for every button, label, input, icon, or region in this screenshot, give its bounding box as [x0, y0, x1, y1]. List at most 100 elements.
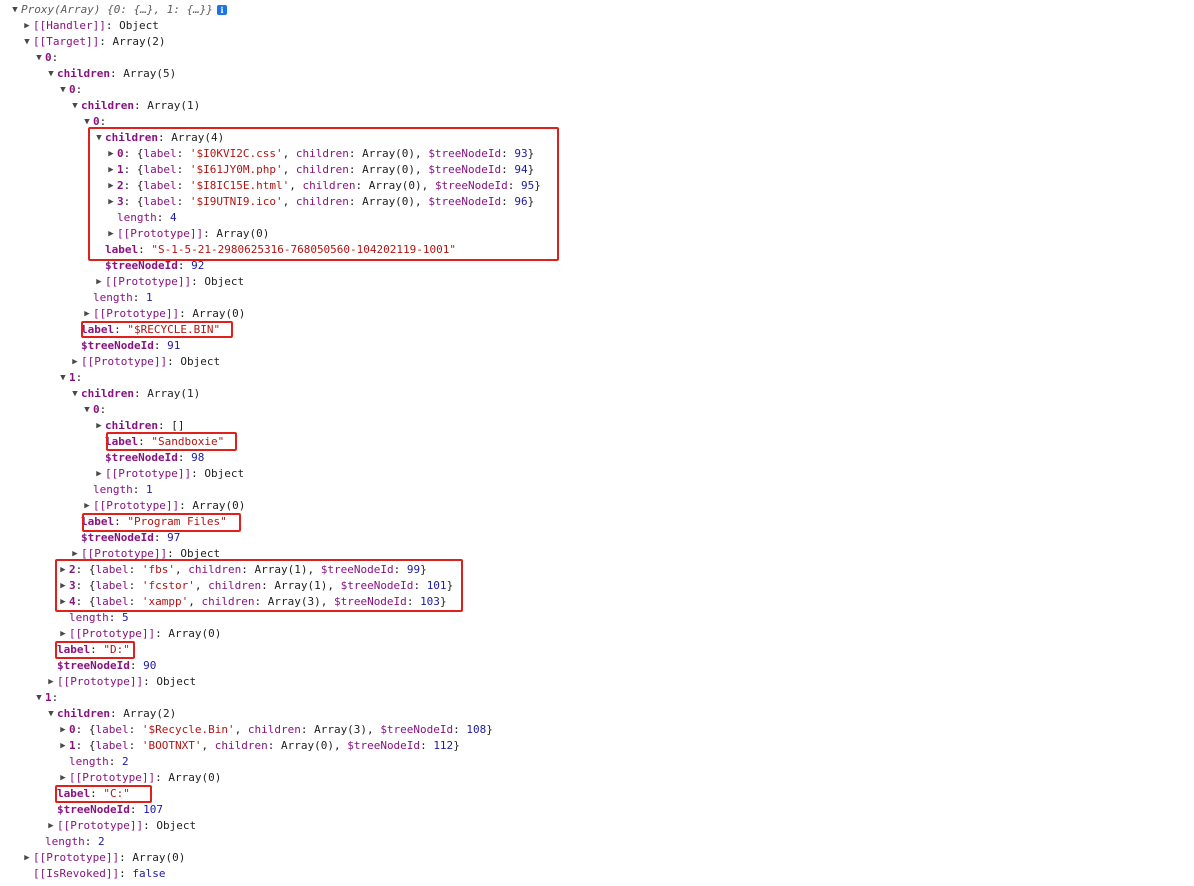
triangle-right-icon[interactable]: ▶ — [81, 498, 93, 514]
tree-row[interactable]: ▼ 0: — [81, 114, 113, 130]
triangle-right-icon[interactable]: ▶ — [93, 466, 105, 482]
property-value: "D:" — [103, 643, 130, 656]
property-value: label — [95, 595, 129, 608]
key-separator: : — [119, 867, 133, 880]
triangle-down-icon[interactable]: ▼ — [81, 402, 93, 418]
tree-row[interactable]: ▶ [[Prototype]]: Array(0) — [81, 306, 245, 322]
triangle-right-icon[interactable]: ▶ — [69, 354, 81, 370]
tree-row[interactable]: ▶ [[Prototype]]: Array(0) — [105, 226, 269, 242]
property-value: 96 — [514, 195, 528, 208]
triangle-down-icon[interactable]: ▼ — [81, 114, 93, 130]
tree-row[interactable]: ▼ Proxy(Array) {0: {…}, 1: {…}} i — [9, 2, 228, 18]
info-icon[interactable]: i — [217, 5, 228, 15]
property-value: : — [176, 179, 190, 192]
triangle-down-icon[interactable]: ▼ — [21, 34, 33, 50]
triangle-down-icon[interactable]: ▼ — [33, 690, 45, 706]
key-separator: : — [75, 739, 89, 752]
tree-row[interactable]: ▼ 0: — [33, 50, 65, 66]
property-value: children — [208, 579, 262, 592]
triangle-right-icon[interactable]: ▶ — [57, 562, 69, 578]
tree-row[interactable]: ▶ [[Prototype]]: Object — [45, 674, 196, 690]
tree-row[interactable]: ▼ children: Array(1) — [69, 386, 200, 402]
property-value: : — [128, 723, 142, 736]
triangle-down-icon[interactable]: ▼ — [93, 130, 105, 146]
triangle-down-icon[interactable]: ▼ — [69, 386, 81, 402]
key-separator: : — [179, 499, 193, 512]
triangle-right-icon[interactable]: ▶ — [105, 194, 117, 210]
key-separator: : — [177, 259, 192, 272]
tree-row[interactable]: ▼ 1: — [57, 370, 89, 386]
tree-row[interactable]: ▶ 3: {label: 'fcstor', children: Array(1)… — [57, 578, 453, 594]
property-key: 0 — [93, 115, 100, 128]
tree-row[interactable]: ▶ [[Prototype]]: Array(0) — [81, 498, 245, 514]
tree-row[interactable]: ▶ 3: {label: '$I9UTNI9.ico', children: Ar… — [105, 194, 534, 210]
property-value: : — [176, 147, 190, 160]
property-value: : Array(1), — [241, 563, 321, 576]
tree-row[interactable]: ▼ children: Array(1) — [69, 98, 200, 114]
property-value: { — [136, 147, 144, 160]
tree-row[interactable]: ▼ 0: — [81, 402, 113, 418]
key-separator: : — [191, 467, 205, 480]
triangle-right-icon[interactable]: ▶ — [45, 674, 57, 690]
tree-row[interactable]: ▼ children: Array(5) — [45, 66, 176, 82]
triangle-right-icon[interactable]: ▶ — [105, 146, 117, 162]
triangle-right-icon[interactable]: ▶ — [57, 626, 69, 642]
property-value: , — [194, 579, 209, 592]
triangle-down-icon[interactable]: ▼ — [57, 370, 69, 386]
triangle-down-icon[interactable]: ▼ — [57, 82, 69, 98]
tree-row[interactable]: ▶ 2: {label: '$I8IC15E.html', children: A… — [105, 178, 541, 194]
property-key: 1 — [69, 739, 76, 752]
tree-row[interactable]: ▶ 1: {label: 'BOOTNXT', children: Array(0… — [57, 738, 460, 754]
tree-row[interactable]: ▶ [[Prototype]]: Array(0) — [57, 626, 221, 642]
triangle-right-icon[interactable]: ▶ — [21, 850, 33, 866]
triangle-down-icon[interactable]: ▼ — [69, 98, 81, 114]
triangle-right-icon[interactable]: ▶ — [105, 178, 117, 194]
triangle-right-icon[interactable]: ▶ — [57, 738, 69, 754]
tree-row[interactable]: ▶ [[Prototype]]: Object — [45, 818, 196, 834]
triangle-down-icon[interactable]: ▼ — [45, 706, 57, 722]
triangle-right-icon[interactable]: ▶ — [105, 226, 117, 242]
property-value: , — [188, 595, 202, 608]
tree-row: $treeNodeId: 97 — [69, 530, 180, 546]
triangle-right-icon[interactable]: ▶ — [57, 578, 69, 594]
triangle-right-icon[interactable]: ▶ — [21, 18, 33, 34]
property-value: : — [501, 147, 515, 160]
tree-row[interactable]: ▶ [[Prototype]]: Object — [93, 274, 244, 290]
tree-row[interactable]: ▶ [[Prototype]]: Object — [93, 466, 244, 482]
property-value: : Array(0), — [348, 147, 429, 160]
tree-row[interactable]: ▶ 4: {label: 'xampp', children: Array(3),… — [57, 594, 447, 610]
tree-row[interactable]: ▼ children: Array(4) — [93, 130, 224, 146]
tree-row[interactable]: ▼ 1: — [33, 690, 65, 706]
property-value: "Sandboxie" — [151, 435, 225, 448]
tree-row[interactable]: ▼ 0: — [57, 82, 89, 98]
triangle-right-icon[interactable]: ▶ — [81, 306, 93, 322]
triangle-down-icon[interactable]: ▼ — [45, 66, 57, 82]
tree-row[interactable]: ▶ [[Handler]]: Object — [21, 18, 159, 34]
triangle-right-icon[interactable]: ▶ — [93, 274, 105, 290]
tree-row[interactable]: ▼ [[Target]]: Array(2) — [21, 34, 165, 50]
triangle-right-icon[interactable]: ▶ — [105, 162, 117, 178]
property-value: Object — [156, 819, 197, 832]
triangle-right-icon[interactable]: ▶ — [57, 594, 69, 610]
tree-row[interactable]: ▶ 2: {label: 'fbs', children: Array(1), $… — [57, 562, 426, 578]
triangle-down-icon[interactable]: ▼ — [33, 50, 45, 66]
triangle-right-icon[interactable]: ▶ — [45, 818, 57, 834]
property-value: } — [439, 595, 447, 608]
tree-row[interactable]: ▼ children: Array(2) — [45, 706, 176, 722]
tree-row[interactable]: ▶ 0: {label: '$Recycle.Bin', children: Ar… — [57, 722, 493, 738]
triangle-down-icon[interactable]: ▼ — [9, 2, 21, 18]
tree-row[interactable]: ▶ [[Prototype]]: Object — [69, 546, 220, 562]
triangle-right-icon[interactable]: ▶ — [57, 722, 69, 738]
tree-row[interactable]: ▶ [[Prototype]]: Array(0) — [21, 850, 185, 866]
tree-row[interactable]: ▶ 1: {label: '$I61JY0M.php', children: Ar… — [105, 162, 534, 178]
tree-row[interactable]: ▶ [[Prototype]]: Array(0) — [57, 770, 221, 786]
tree-row: length: 5 — [57, 610, 129, 626]
tree-row[interactable]: ▶ children: [] — [93, 418, 184, 434]
triangle-right-icon[interactable]: ▶ — [57, 770, 69, 786]
triangle-right-icon[interactable]: ▶ — [69, 546, 81, 562]
property-key: 2 — [69, 563, 76, 576]
triangle-right-icon[interactable]: ▶ — [93, 418, 105, 434]
property-value: 90 — [143, 659, 157, 672]
tree-row[interactable]: ▶ 0: {label: '$I0KVI2C.css', children: Ar… — [105, 146, 534, 162]
tree-row[interactable]: ▶ [[Prototype]]: Object — [69, 354, 220, 370]
